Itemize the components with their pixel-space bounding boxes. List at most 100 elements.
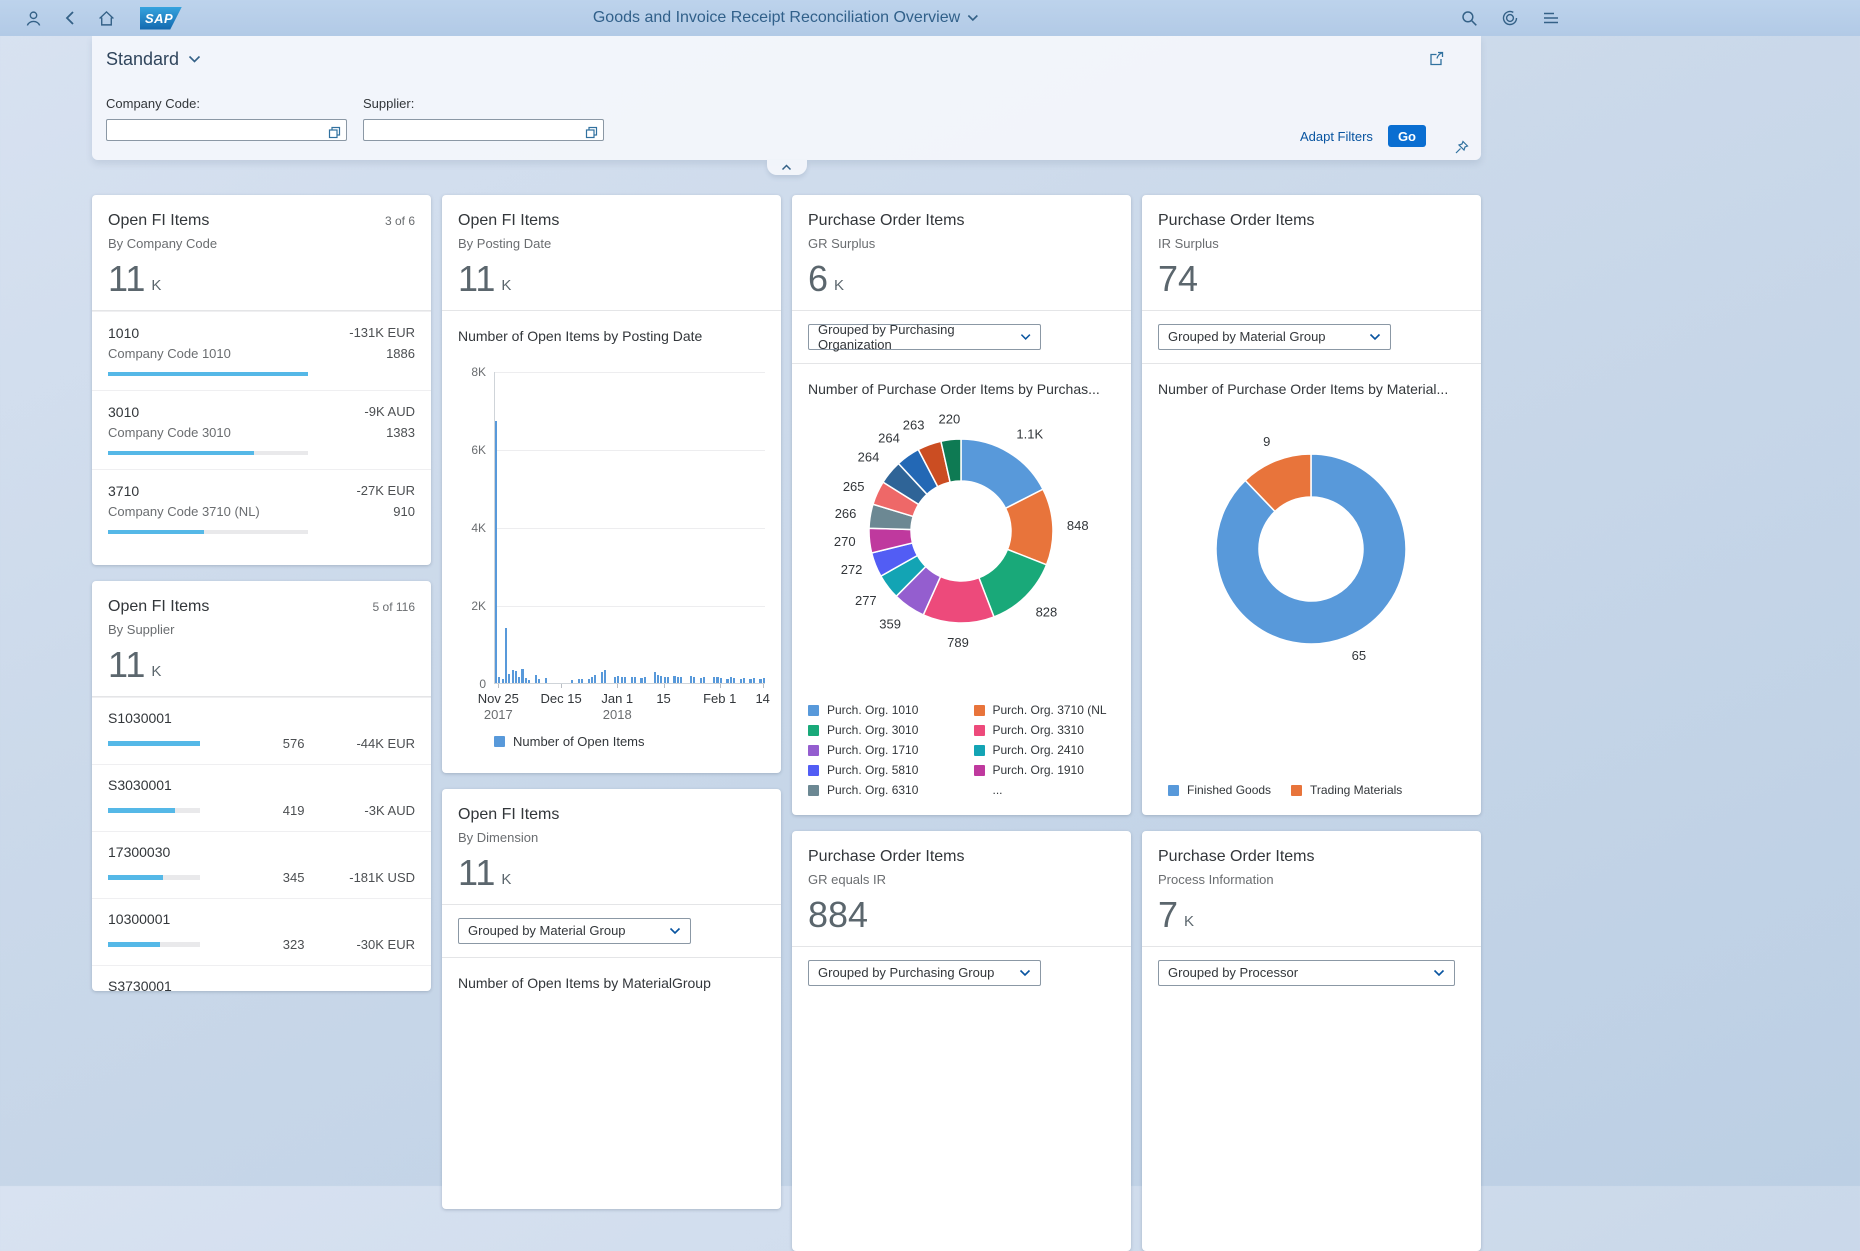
posting-date-plot: 8K 6K 4K 2K 0 bbox=[471, 365, 765, 691]
chart-legend: Purch. Org. 1010 Purch. Org. 3010 Purch.… bbox=[792, 703, 1131, 815]
search-icon[interactable] bbox=[1461, 10, 1478, 27]
supplier-input[interactable] bbox=[363, 119, 604, 141]
back-icon[interactable] bbox=[63, 10, 77, 26]
user-icon[interactable] bbox=[25, 10, 42, 27]
adapt-filters-link[interactable]: Adapt Filters bbox=[1300, 129, 1373, 144]
card-header[interactable]: Open FI Items By Posting Date 11 K bbox=[442, 195, 781, 310]
select-value: Grouped by Purchasing Organization bbox=[818, 321, 955, 352]
card-po-gr-surplus: Purchase Order Items GR Surplus 6 K Grou… bbox=[792, 195, 1131, 815]
card-title: Open FI Items bbox=[458, 806, 560, 823]
group-by-select[interactable]: Grouped by Material Group bbox=[458, 917, 691, 944]
legend-label: Finished Goods bbox=[1187, 783, 1272, 797]
chevron-down-icon bbox=[1369, 333, 1381, 340]
grid-column-4: Purchase Order Items IR Surplus 74 Group… bbox=[1142, 195, 1481, 1251]
item-count: 1886 bbox=[386, 345, 415, 361]
collapse-filter-bar-tab[interactable] bbox=[766, 160, 807, 175]
item-code: S3730001 bbox=[108, 977, 172, 991]
item-amount: -30K EUR bbox=[356, 936, 415, 952]
chart-title: Number of Purchase Order Items by Purcha… bbox=[808, 380, 1100, 397]
list-item[interactable]: 10300001 323 -30K EUR bbox=[92, 897, 431, 965]
svg-text:266: 266 bbox=[835, 505, 857, 520]
list-item[interactable]: S1030001 576 -44K EUR bbox=[92, 696, 431, 764]
variant-title: Standard bbox=[106, 49, 180, 69]
legend-label: Purch. Org. 5810 bbox=[827, 763, 919, 777]
sap-logo[interactable]: SAP bbox=[140, 6, 182, 30]
kpi-value: 6 bbox=[808, 258, 829, 299]
copilot-icon[interactable] bbox=[1501, 9, 1519, 27]
item-count: 1383 bbox=[386, 424, 415, 440]
app-title: Goods and Invoice Receipt Reconciliation… bbox=[592, 9, 961, 26]
share-icon[interactable] bbox=[1428, 50, 1445, 67]
chart-legend: Number of Open Items bbox=[494, 734, 765, 749]
grid-column-3: Purchase Order Items GR Surplus 6 K Grou… bbox=[792, 195, 1131, 1251]
svg-text:848: 848 bbox=[1067, 518, 1089, 533]
list-item[interactable]: S3030001 419 -3K AUD bbox=[92, 763, 431, 831]
value-help-icon[interactable] bbox=[585, 126, 598, 139]
card-header[interactable]: Purchase Order Items Process Information… bbox=[1142, 831, 1481, 946]
item-description: Company Code 3710 (NL) bbox=[108, 503, 260, 519]
filter-bar: Standard Company Code: Supplier: Adapt F… bbox=[92, 36, 1481, 175]
legend-label: Purch. Org. 3310 bbox=[992, 723, 1084, 737]
card-header[interactable]: Open FI Items By Dimension 11 K bbox=[442, 789, 781, 904]
variant-selector[interactable]: Standard bbox=[106, 49, 201, 70]
select-value: Grouped by Processor bbox=[1168, 965, 1299, 981]
group-by-select[interactable]: Grouped by Material Group bbox=[1158, 323, 1391, 350]
card-header[interactable]: Purchase Order Items GR Surplus 6 K bbox=[792, 195, 1131, 310]
item-amount: -44K EUR bbox=[356, 735, 415, 751]
app-title-menu[interactable]: Goods and Invoice Receipt Reconciliation… bbox=[593, 9, 979, 27]
card-subtitle: GR equals IR bbox=[808, 872, 887, 887]
card-header[interactable]: Open FI Items 5 of 116 By Supplier 11 K bbox=[92, 581, 431, 696]
chevron-up-icon bbox=[781, 164, 792, 171]
group-by-select[interactable]: Grouped by Purchasing Group bbox=[808, 959, 1041, 986]
card-po-ir-surplus: Purchase Order Items IR Surplus 74 Group… bbox=[1142, 195, 1481, 815]
shell-header: SAP Goods and Invoice Receipt Reconcilia… bbox=[0, 0, 1860, 36]
svg-text:265: 265 bbox=[843, 479, 865, 494]
card-subtitle: GR Surplus bbox=[808, 236, 876, 251]
overflow-menu-icon[interactable] bbox=[1542, 11, 1560, 25]
card-open-fi-by-dimension: Open FI Items By Dimension 11 K Grouped … bbox=[442, 789, 781, 1209]
pin-icon[interactable] bbox=[1454, 140, 1469, 155]
legend-label: ... bbox=[992, 783, 1003, 797]
legend-swatch bbox=[808, 724, 819, 736]
item-count: 419 bbox=[282, 802, 305, 818]
item-count: 910 bbox=[393, 503, 415, 519]
card-open-fi-by-company-code: Open FI Items 3 of 6 By Company Code 11 … bbox=[92, 195, 431, 565]
list-item[interactable]: 3710 -27K EUR Company Code 3710 (NL) 910 bbox=[92, 468, 431, 548]
svg-text:264: 264 bbox=[878, 430, 900, 445]
kpi-value: 7 bbox=[1158, 894, 1179, 935]
svg-text:1.1K: 1.1K bbox=[1016, 426, 1043, 441]
legend-item: Purch. Org. 3710 (NL bbox=[973, 703, 1116, 717]
svg-text:263: 263 bbox=[903, 417, 925, 432]
list-item[interactable]: 17300030 345 -181K USD bbox=[92, 830, 431, 898]
svg-text:359: 359 bbox=[879, 616, 901, 631]
kpi-unit: K bbox=[151, 662, 162, 680]
svg-text:9: 9 bbox=[1263, 433, 1270, 448]
card-header[interactable]: Purchase Order Items GR equals IR 884 bbox=[792, 831, 1131, 946]
card-header[interactable]: Purchase Order Items IR Surplus 74 bbox=[1142, 195, 1481, 310]
card-title: Purchase Order Items bbox=[808, 848, 965, 865]
home-icon[interactable] bbox=[98, 10, 115, 27]
item-code: 10300001 bbox=[108, 910, 171, 927]
list-item[interactable]: S3730001 310 -10K EUR bbox=[92, 964, 431, 991]
card-header[interactable]: Open FI Items 3 of 6 By Company Code 11 … bbox=[92, 195, 431, 310]
legend-swatch bbox=[973, 764, 985, 776]
filter-fields: Company Code: Supplier: bbox=[106, 96, 604, 141]
legend-item: Purch. Org. 1010 bbox=[808, 703, 950, 717]
chart-title: Number of Open Items by Posting Date bbox=[458, 327, 703, 344]
legend-swatch bbox=[808, 784, 819, 796]
go-button[interactable]: Go bbox=[1387, 125, 1426, 147]
list-item[interactable]: 3010 -9K AUD Company Code 3010 1383 bbox=[92, 389, 431, 469]
value-help-icon[interactable] bbox=[328, 126, 341, 139]
kpi: 11 K bbox=[108, 261, 415, 310]
progress-fill bbox=[108, 450, 254, 455]
progress-track bbox=[108, 529, 308, 534]
list-item[interactable]: 1010 -131K EUR Company Code 1010 1886 bbox=[92, 310, 431, 390]
company-code-input[interactable] bbox=[106, 119, 347, 141]
gr-surplus-donut: 1.1K848828789359277272270266265264264263… bbox=[834, 411, 1089, 649]
group-by-select[interactable]: Grouped by Purchasing Organization bbox=[808, 321, 1041, 352]
progress-track bbox=[108, 807, 201, 813]
supplier-field-group: Supplier: bbox=[363, 96, 604, 141]
select-value: Grouped by Purchasing Group bbox=[818, 965, 995, 981]
group-by-select[interactable]: Grouped by Processor bbox=[1158, 959, 1455, 986]
legend-swatch bbox=[973, 724, 985, 736]
